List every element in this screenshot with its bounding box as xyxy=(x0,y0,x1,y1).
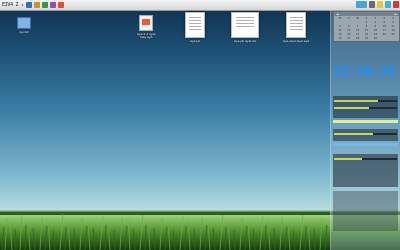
calendar-day[interactable]: 23 xyxy=(371,33,379,36)
calendar-day[interactable]: 4 xyxy=(389,21,397,24)
weekday-label: M xyxy=(338,17,342,20)
calendar-day[interactable]: 16 xyxy=(371,29,379,32)
desktop-icon-label: Aya Jai xyxy=(190,39,200,43)
calendar-day[interactable] xyxy=(345,21,353,24)
desktop-icon-document-4[interactable]: Aya Ayal Ayal Aya xyxy=(283,12,309,43)
calendar-day[interactable]: 28 xyxy=(354,37,362,40)
disk-bar xyxy=(334,133,397,135)
calendar-day[interactable]: 2 xyxy=(371,21,379,24)
computer-icon xyxy=(17,17,31,29)
document-thumbnail xyxy=(231,12,259,38)
network-graph-legend xyxy=(333,241,398,249)
calendar-day[interactable] xyxy=(354,21,362,24)
weekday-label: W xyxy=(356,17,359,20)
calendar-day[interactable]: 12 xyxy=(336,29,344,32)
note-icon[interactable] xyxy=(377,1,383,8)
power-icon[interactable] xyxy=(57,2,64,8)
calendar-day[interactable]: 6 xyxy=(345,25,353,28)
system-tray xyxy=(356,1,399,8)
calendar-grid: M T W T F S S 1 2 3 4 5 6 7 8 9 10 11 12… xyxy=(334,16,399,41)
calendar-day[interactable]: 10 xyxy=(380,25,388,28)
network-panel xyxy=(333,154,398,187)
network-icon[interactable] xyxy=(369,1,375,8)
laptop-icon[interactable] xyxy=(356,1,367,8)
settings-icon[interactable] xyxy=(49,2,56,8)
desktop-icon-label: Ayx42 xyxy=(19,30,29,34)
weekday-label: T xyxy=(365,17,368,20)
calendar-day[interactable]: 17 xyxy=(380,29,388,32)
document-thumbnail xyxy=(286,12,307,38)
separator-bar xyxy=(333,120,398,123)
cpu-bar xyxy=(334,100,397,102)
cpu-panel xyxy=(333,96,398,118)
desktop-icon-label: Aya Ayal Ayal Aya xyxy=(283,39,310,43)
desktop-icon-computer[interactable]: Ayx42 xyxy=(17,17,31,34)
calendar-day[interactable]: 22 xyxy=(363,33,371,36)
calendar-day[interactable] xyxy=(336,21,344,24)
calendar-day[interactable]: 20 xyxy=(345,33,353,36)
calendar-day[interactable]: 11 xyxy=(389,25,397,28)
calendar-day[interactable]: 21 xyxy=(354,33,362,36)
calendar-day[interactable]: 5 xyxy=(336,25,344,28)
calendar-day[interactable]: 25 xyxy=(389,33,397,36)
network-row xyxy=(333,173,398,177)
hd-bar xyxy=(334,158,397,160)
process-row xyxy=(333,199,398,203)
calendar-day[interactable]: 30 xyxy=(371,37,379,40)
calendar-day[interactable] xyxy=(380,37,388,40)
digital-clock: 22:38:35 xyxy=(333,65,396,80)
calendar-day[interactable]: 3 xyxy=(380,21,388,24)
weekday-label: F xyxy=(374,17,377,20)
cpu-row xyxy=(333,110,398,114)
quick-launch-text: EIV4 Z ↓ xyxy=(2,2,24,8)
antivirus-icon[interactable] xyxy=(393,1,399,8)
calendar-day[interactable]: 19 xyxy=(336,33,344,36)
web-icon[interactable] xyxy=(41,2,48,8)
calendar-prev-icon[interactable]: ◄ xyxy=(336,12,338,16)
quick-launch: EIV4 Z ↓ xyxy=(2,2,64,8)
desktop-icon-label: Aya Jai Ayal.de xyxy=(234,39,256,43)
separator-bar xyxy=(333,143,398,146)
calendar-day[interactable]: 18 xyxy=(389,29,397,32)
home-icon[interactable] xyxy=(25,2,32,8)
calendar-day[interactable]: 24 xyxy=(380,33,388,36)
calendar-day[interactable]: 27 xyxy=(345,37,353,40)
weekday-label: T xyxy=(347,17,350,20)
calendar-day[interactable]: 13 xyxy=(345,29,353,32)
user-icon[interactable] xyxy=(33,2,40,8)
weekday-label: S xyxy=(392,17,394,20)
calendar-day[interactable]: 8 xyxy=(363,25,371,28)
desktop-icon-document-2[interactable]: Aya Jai xyxy=(185,12,205,43)
document-icon xyxy=(139,15,154,31)
calendar-day[interactable]: 15 xyxy=(363,29,371,32)
calendar-day[interactable]: 1 xyxy=(363,21,371,24)
calendar-next-icon[interactable]: ► xyxy=(395,12,397,16)
calendar-gadget[interactable]: ◄ ► M T W T F S S 1 2 3 4 5 6 7 8 9 10 1… xyxy=(333,11,400,42)
ram-bar xyxy=(334,107,397,109)
messenger-icon[interactable] xyxy=(385,1,391,8)
calendar-day[interactable]: 9 xyxy=(371,25,379,28)
sidebar-gadgets: ◄ ► M T W T F S S 1 2 3 4 5 6 7 8 9 10 1… xyxy=(330,10,400,250)
calendar-day[interactable]: 26 xyxy=(336,37,344,40)
desktop-icon-label: Aya 5.2 Ayar Naş Aya xyxy=(137,32,156,40)
document-thumbnail xyxy=(185,12,205,38)
weekday-label: S xyxy=(383,17,386,20)
calendar-day[interactable]: 29 xyxy=(363,37,371,40)
memory-panel xyxy=(333,129,398,141)
memory-row xyxy=(333,136,398,140)
desktop-icon-document-3[interactable]: Aya Jai Ayal.de xyxy=(231,12,259,43)
calendar-day[interactable]: 14 xyxy=(354,29,362,32)
desktop-background: EIV4 Z ↓ Ayx42 Aya 5.2 Ayar Naş Aya Aya xyxy=(0,0,400,250)
calendar-day[interactable] xyxy=(389,37,397,40)
calendar-day[interactable]: 7 xyxy=(354,25,362,28)
process-panel xyxy=(333,191,398,231)
desktop-icon-document-1[interactable]: Aya 5.2 Ayar Naş Aya xyxy=(137,15,156,39)
